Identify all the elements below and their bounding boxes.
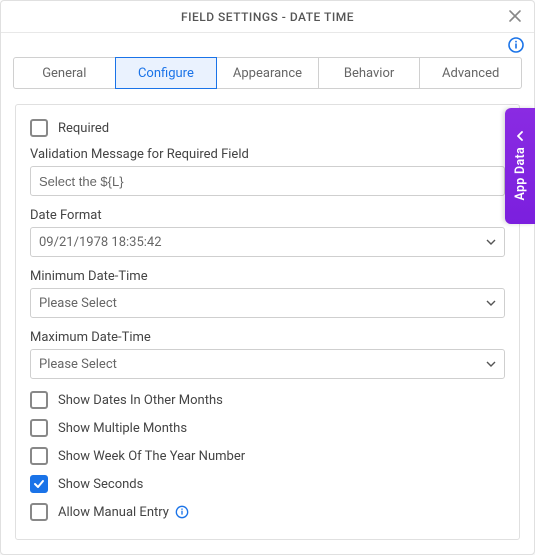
dialog-titlebar: FIELD SETTINGS - DATE TIME xyxy=(1,1,534,33)
dialog-title: FIELD SETTINGS - DATE TIME xyxy=(181,10,354,24)
date-format-label: Date Format xyxy=(30,208,505,223)
chevron-down-icon xyxy=(486,359,496,369)
tab-appearance[interactable]: Appearance xyxy=(216,57,319,89)
allow-manual-entry-text: Allow Manual Entry xyxy=(58,505,169,520)
chevron-down-icon xyxy=(486,237,496,247)
app-data-side-tab[interactable]: App Data xyxy=(505,108,535,224)
show-week-number-label: Show Week Of The Year Number xyxy=(58,449,245,464)
required-row: Required xyxy=(30,119,505,137)
panel-wrap: Required Validation Message for Required… xyxy=(1,90,534,554)
info-icon[interactable] xyxy=(175,505,189,519)
show-multiple-months-row: Show Multiple Months xyxy=(30,419,505,437)
show-seconds-label: Show Seconds xyxy=(58,477,143,492)
tab-label: Appearance xyxy=(233,66,302,81)
tab-label: Configure xyxy=(138,66,194,81)
validation-message-label: Validation Message for Required Field xyxy=(30,147,505,162)
show-week-number-row: Show Week Of The Year Number xyxy=(30,447,505,465)
max-datetime-field: Maximum Date-Time Please Select xyxy=(30,330,505,379)
show-other-months-checkbox[interactable] xyxy=(30,391,48,409)
tab-behavior[interactable]: Behavior xyxy=(318,57,421,89)
max-datetime-value: Please Select xyxy=(39,357,117,372)
show-other-months-row: Show Dates In Other Months xyxy=(30,391,505,409)
date-format-select[interactable]: 09/21/1978 18:35:42 xyxy=(30,227,505,257)
app-data-label: App Data xyxy=(513,147,528,201)
close-icon xyxy=(508,9,522,23)
date-format-field: Date Format 09/21/1978 18:35:42 xyxy=(30,208,505,257)
tabs: General Configure Appearance Behavior Ad… xyxy=(13,57,522,90)
required-checkbox[interactable] xyxy=(30,119,48,137)
max-datetime-label: Maximum Date-Time xyxy=(30,330,505,345)
tab-configure[interactable]: Configure xyxy=(115,57,218,89)
required-label: Required xyxy=(58,121,109,136)
min-datetime-label: Minimum Date-Time xyxy=(30,269,505,284)
help-icon[interactable] xyxy=(508,37,524,53)
tab-label: General xyxy=(42,66,86,81)
validation-message-input[interactable] xyxy=(30,166,505,196)
show-multiple-months-checkbox[interactable] xyxy=(30,419,48,437)
show-week-number-checkbox[interactable] xyxy=(30,447,48,465)
show-seconds-row: Show Seconds xyxy=(30,475,505,493)
allow-manual-entry-row: Allow Manual Entry xyxy=(30,503,505,521)
validation-message-field: Validation Message for Required Field xyxy=(30,147,505,196)
min-datetime-value: Please Select xyxy=(39,296,117,311)
allow-manual-entry-checkbox[interactable] xyxy=(30,503,48,521)
allow-manual-entry-label: Allow Manual Entry xyxy=(58,505,189,520)
field-settings-dialog: FIELD SETTINGS - DATE TIME General Confi… xyxy=(0,0,535,555)
show-seconds-checkbox[interactable] xyxy=(30,475,48,493)
max-datetime-select[interactable]: Please Select xyxy=(30,349,505,379)
show-other-months-label: Show Dates In Other Months xyxy=(58,393,223,408)
min-datetime-field: Minimum Date-Time Please Select xyxy=(30,269,505,318)
info-row xyxy=(1,33,534,53)
show-multiple-months-label: Show Multiple Months xyxy=(58,421,187,436)
chevron-down-icon xyxy=(486,298,496,308)
close-button[interactable] xyxy=(504,5,526,27)
chevron-left-icon xyxy=(515,131,525,141)
tab-label: Behavior xyxy=(344,66,394,81)
configure-panel: Required Validation Message for Required… xyxy=(15,104,520,540)
min-datetime-select[interactable]: Please Select xyxy=(30,288,505,318)
tab-general[interactable]: General xyxy=(13,57,116,89)
tab-label: Advanced xyxy=(442,66,499,81)
tab-advanced[interactable]: Advanced xyxy=(419,57,522,89)
date-format-value: 09/21/1978 18:35:42 xyxy=(39,235,162,250)
